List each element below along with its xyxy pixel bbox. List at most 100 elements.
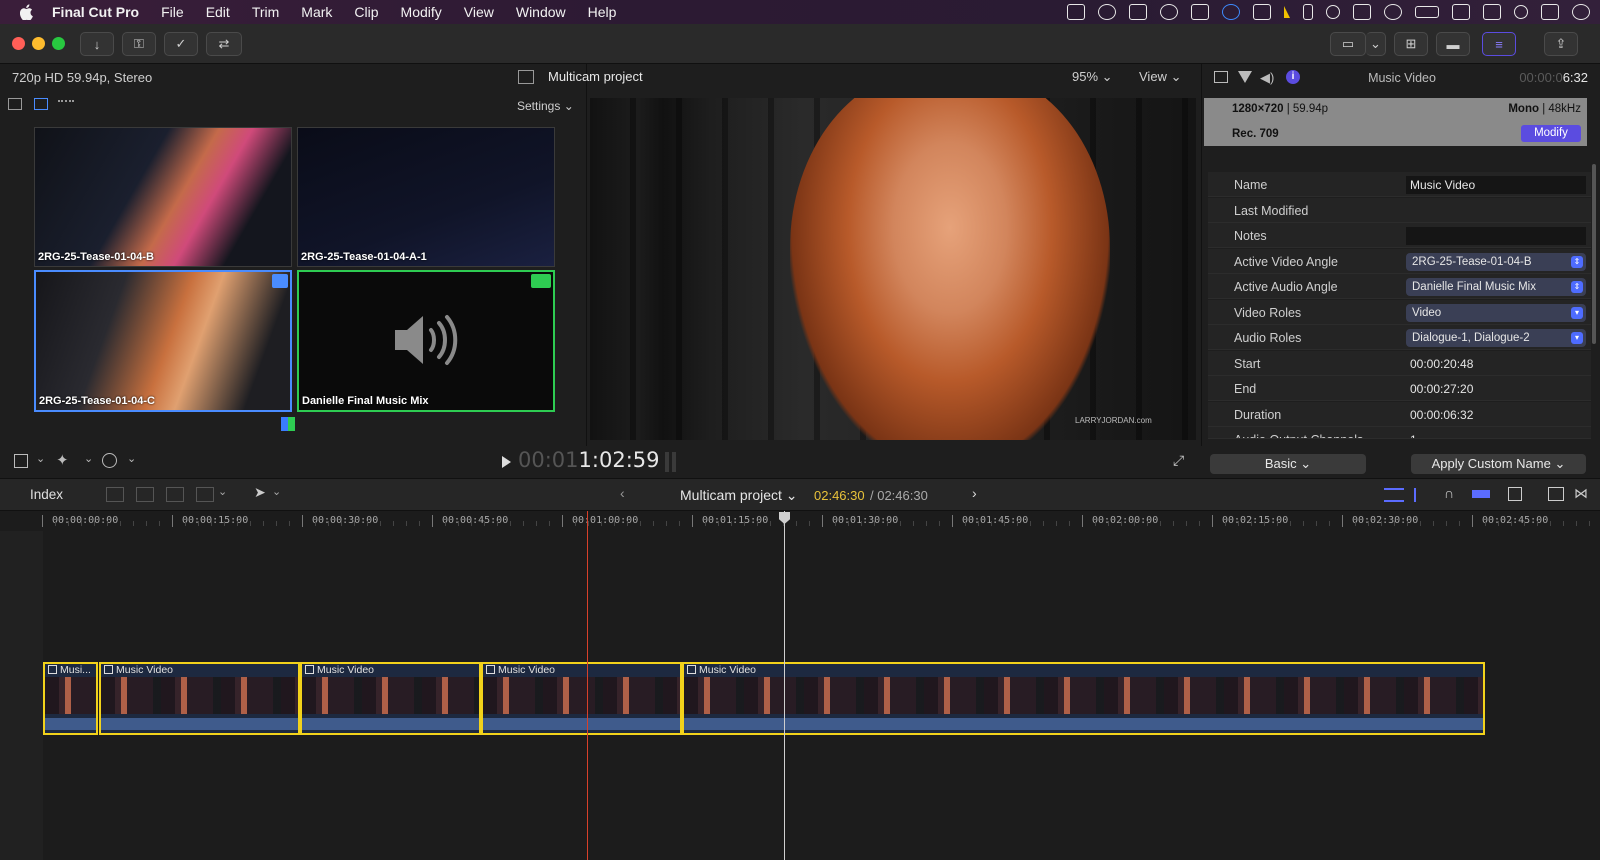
retime-menu-icon[interactable]: ⌄: [127, 452, 136, 465]
forward-history-icon[interactable]: ›: [972, 485, 977, 501]
retime-icon[interactable]: [102, 453, 117, 468]
apple-menu-icon[interactable]: [20, 4, 34, 20]
script-icon[interactable]: [1129, 4, 1147, 20]
time-machine-icon[interactable]: [1384, 4, 1402, 20]
inspector-toggle-button[interactable]: ≡: [1482, 32, 1516, 56]
video-inspector-icon[interactable]: [1214, 71, 1228, 83]
timeline-index-icon[interactable]: ⋈: [1574, 485, 1588, 502]
timeline-clip[interactable]: Music Video: [300, 662, 481, 735]
play-icon[interactable]: [502, 456, 511, 468]
transform-icon[interactable]: [14, 454, 28, 468]
audio-bars-icon[interactable]: [1253, 4, 1271, 20]
inspector-scrollbar[interactable]: [1592, 164, 1596, 344]
effects-browser-icon[interactable]: [1508, 487, 1522, 501]
share-button[interactable]: ⇪: [1544, 32, 1578, 56]
timeline-clip[interactable]: Music Video: [99, 662, 300, 735]
browser-icon[interactable]: [1222, 4, 1240, 20]
tools-menu-icon[interactable]: ⌄: [272, 485, 281, 498]
magic-wand-icon[interactable]: ✦: [56, 451, 69, 469]
name-field[interactable]: Music Video: [1406, 176, 1586, 194]
zoom-menu[interactable]: 95% ⌄: [1072, 69, 1113, 85]
browser-toggle-button[interactable]: ⊞: [1394, 32, 1428, 56]
video-frame[interactable]: LARRYJORDAN.com: [590, 98, 1196, 440]
basic-metadata-menu[interactable]: Basic ⌄: [1210, 454, 1366, 474]
screen-record-icon[interactable]: [1067, 4, 1085, 20]
settings-menu[interactable]: Settings ⌄: [517, 99, 574, 113]
menu-trim[interactable]: Trim: [252, 4, 279, 20]
back-history-icon[interactable]: ‹: [620, 485, 625, 501]
eject-icon[interactable]: [1483, 4, 1501, 20]
angle-bank-icon[interactable]: [281, 417, 295, 431]
timeline-toggle-button[interactable]: ▬: [1436, 32, 1470, 56]
volume-icon[interactable]: [1353, 4, 1371, 20]
wifi-off-icon[interactable]: [1452, 4, 1470, 20]
timeline-clip[interactable]: Music Video: [481, 662, 682, 735]
menu-modify[interactable]: Modify: [401, 4, 442, 20]
import-button[interactable]: ↓: [80, 32, 114, 56]
append-edit-icon[interactable]: [166, 487, 184, 502]
enhance-menu-icon[interactable]: ⌄: [84, 452, 93, 465]
menu-mark[interactable]: Mark: [301, 4, 332, 20]
keywords-button[interactable]: ⚿: [122, 32, 156, 56]
moon-icon[interactable]: [1326, 5, 1340, 19]
dropbox-icon[interactable]: [1191, 4, 1209, 20]
headphones-icon[interactable]: ∩: [1444, 485, 1454, 501]
cloud-icon[interactable]: [1160, 4, 1178, 20]
timeline-clip[interactable]: Musi...: [43, 662, 98, 735]
modify-button[interactable]: Modify: [1521, 125, 1581, 142]
active-video-angle-popup[interactable]: 2RG-25-Tease-01-04-B ⇕: [1406, 253, 1586, 271]
layout-menu-button[interactable]: ⌄: [1366, 32, 1386, 56]
menu-window[interactable]: Window: [516, 4, 566, 20]
index-button[interactable]: Index: [30, 487, 63, 502]
close-window-button[interactable]: [12, 37, 25, 50]
control-center-icon[interactable]: [1541, 4, 1559, 20]
overwrite-edit-icon[interactable]: [196, 487, 214, 502]
apply-custom-name-menu[interactable]: Apply Custom Name ⌄: [1411, 454, 1586, 474]
connect-edit-icon[interactable]: [106, 487, 124, 502]
zoom-window-button[interactable]: [52, 37, 65, 50]
audio-roles-popup[interactable]: Dialogue-1, Dialogue-2 ▾: [1406, 329, 1586, 347]
transform-menu-icon[interactable]: ⌄: [36, 452, 45, 465]
menu-edit[interactable]: Edit: [206, 4, 230, 20]
background-tasks-button[interactable]: ⇄: [206, 32, 242, 56]
minimize-window-button[interactable]: [32, 37, 45, 50]
clip-appearance-icon[interactable]: [1384, 488, 1404, 502]
angle-2[interactable]: 2RG-25-Tease-01-04-A-1: [297, 127, 555, 267]
video-roles-popup[interactable]: Video ▾: [1406, 304, 1586, 322]
playhead-line[interactable]: [784, 511, 785, 860]
angle-4-active-audio[interactable]: Danielle Final Music Mix: [297, 270, 555, 412]
menu-file[interactable]: File: [161, 4, 184, 20]
analyze-button[interactable]: ✓: [164, 32, 198, 56]
edit-menu-icon[interactable]: ⌄: [218, 485, 227, 498]
fullscreen-icon[interactable]: ⤢: [1173, 452, 1184, 469]
menu-help[interactable]: Help: [588, 4, 617, 20]
timeline-clip[interactable]: Music Video: [682, 662, 1485, 735]
notes-field[interactable]: [1406, 227, 1586, 245]
search-icon[interactable]: [1514, 5, 1528, 19]
app-menu[interactable]: Final Cut Pro: [52, 4, 139, 20]
audio-only-switch-icon[interactable]: [58, 100, 74, 108]
snapping-icon[interactable]: [1472, 490, 1490, 498]
active-audio-angle-popup[interactable]: Danielle Final Music Mix ⇕: [1406, 278, 1586, 296]
video-audio-switch-icon[interactable]: [8, 98, 22, 110]
timeline-ruler[interactable]: 00:00:00:00 00:00:15:00 00:00:30:00 00:00:4…: [0, 511, 1600, 531]
select-tool-icon[interactable]: ➤: [254, 484, 266, 501]
insert-edit-icon[interactable]: [136, 487, 154, 502]
menu-view[interactable]: View: [464, 4, 494, 20]
angle-1[interactable]: 2RG-25-Tease-01-04-B: [34, 127, 292, 267]
bluetooth-icon[interactable]: [1303, 4, 1313, 20]
video-only-switch-icon[interactable]: [34, 98, 48, 110]
angle-3-active-video[interactable]: 2RG-25-Tease-01-04-C: [34, 270, 292, 412]
layout-button[interactable]: ▭: [1330, 32, 1366, 56]
clock-icon[interactable]: [1572, 4, 1590, 20]
onepassword-icon[interactable]: [1098, 4, 1116, 20]
battery-icon[interactable]: [1415, 6, 1439, 18]
info-inspector-icon[interactable]: i: [1286, 70, 1300, 84]
audio-inspector-icon[interactable]: ◀): [1260, 70, 1274, 86]
transitions-browser-icon[interactable]: [1548, 487, 1564, 501]
view-menu[interactable]: View ⌄: [1139, 69, 1181, 85]
menu-clip[interactable]: Clip: [354, 4, 378, 20]
timecode-display[interactable]: 00:011:02:59: [518, 448, 660, 472]
filter-inspector-icon[interactable]: [1238, 71, 1252, 83]
project-menu[interactable]: Multicam project ⌄: [680, 487, 798, 504]
